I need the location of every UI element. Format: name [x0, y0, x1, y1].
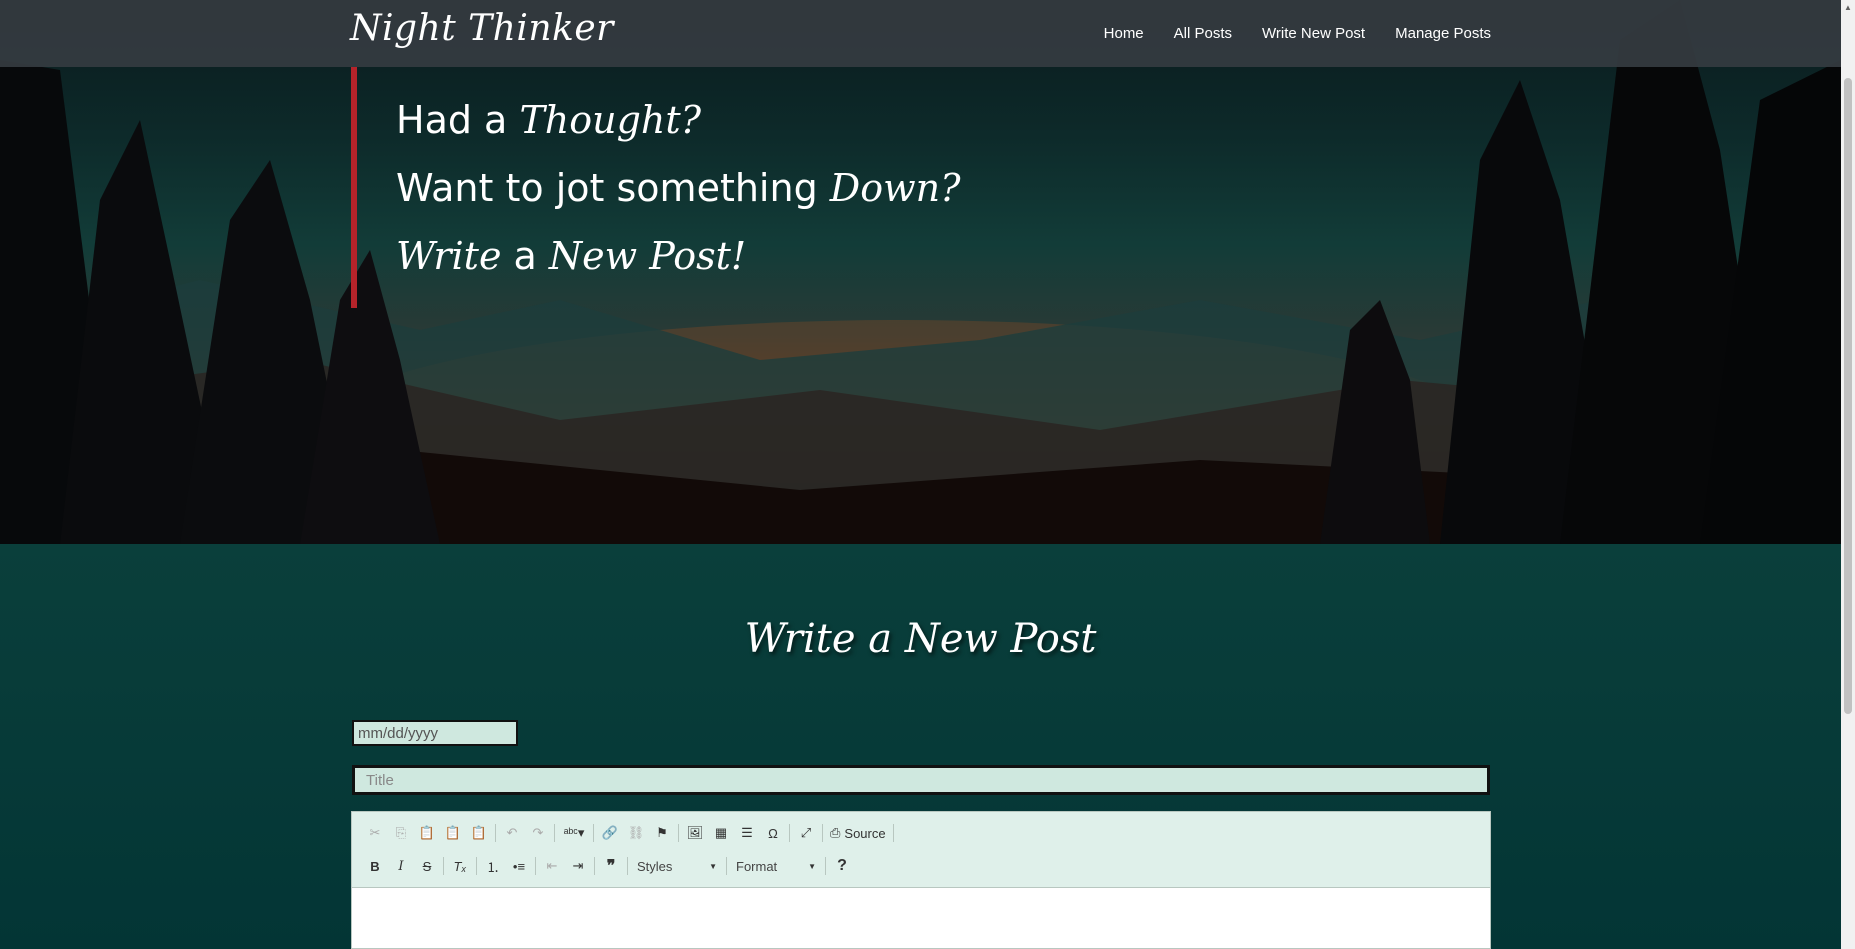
toolbar-separator [495, 824, 496, 842]
undo-icon[interactable]: ↶ [499, 822, 525, 844]
hero-line-2-text: Want to jot something [396, 166, 830, 210]
toolbar-separator [789, 824, 790, 842]
bulleted-list-icon[interactable]: •≡ [506, 855, 532, 877]
toolbar-separator [535, 857, 536, 875]
paste-word-icon[interactable]: 📋 [466, 822, 492, 844]
scrollbar-thumb[interactable] [1844, 78, 1852, 714]
paste-text-icon[interactable]: 📋 [440, 822, 466, 844]
anchor-icon[interactable]: ⚑ [649, 822, 675, 844]
scroll-up-icon[interactable]: ▲ [1844, 3, 1852, 12]
hero-line-1: Had a Thought? [396, 98, 701, 142]
horizontal-line-icon[interactable]: ☰ [734, 822, 760, 844]
hero-line-1-emphasis: Thought? [519, 98, 702, 142]
chevron-down-icon: ▼ [808, 861, 816, 871]
toolbar-separator [627, 857, 628, 875]
brand-logo[interactable]: Night Thinker [350, 8, 614, 49]
italic-icon[interactable]: I [388, 855, 414, 877]
numbered-list-icon[interactable]: ⒈ [480, 855, 506, 877]
toolbar-separator [678, 824, 679, 842]
help-icon[interactable]: ? [829, 855, 855, 877]
nav-write-new-post[interactable]: Write New Post [1262, 25, 1365, 42]
paste-icon[interactable]: 📋 [414, 822, 440, 844]
maximize-icon[interactable]: ⤢ [793, 822, 819, 844]
toolbar-separator [726, 857, 727, 875]
outdent-icon[interactable]: ⇤ [539, 855, 565, 877]
hero-line-3: Write a New Post! [396, 234, 746, 278]
hero-line-3-emphasis-1: Write [396, 234, 502, 278]
toolbar-separator [554, 824, 555, 842]
table-icon[interactable]: ▦ [708, 822, 734, 844]
hero-line-3-text: a [501, 234, 549, 278]
hero-line-3-emphasis-2: New Post! [548, 234, 747, 278]
styles-dropdown[interactable]: Styles ▼ [631, 855, 723, 877]
format-dropdown[interactable]: Format ▼ [730, 855, 822, 877]
cut-icon[interactable]: ✂ [362, 822, 388, 844]
source-icon: ⎙ [830, 825, 841, 840]
hero-line-2-emphasis: Down? [829, 166, 961, 210]
image-icon[interactable]: 🖼 [682, 822, 708, 844]
bold-icon[interactable]: B [362, 855, 388, 877]
styles-label: Styles [637, 858, 673, 874]
toolbar-separator [892, 824, 894, 842]
spellcheck-icon[interactable]: ᵃᵇᶜ▾ [558, 822, 590, 844]
toolbar-separator [593, 824, 594, 842]
hero-line-1-text: Had a [396, 98, 520, 142]
date-input[interactable]: mm/dd/yyyy [352, 720, 518, 746]
section-heading: Write a New Post [744, 616, 1097, 662]
special-char-icon[interactable]: Ω [760, 822, 786, 844]
remove-format-icon[interactable]: Tₓ [447, 855, 473, 877]
navbar: Night Thinker Home All Posts Write New P… [0, 0, 1841, 67]
toolbar-row-2: B I S Tₓ ⒈ •≡ ⇤ ⇥ ❞ Styles ▼ Format ▼ ? [362, 855, 855, 877]
nav-home[interactable]: Home [1104, 25, 1144, 42]
copy-icon[interactable]: ⎘ [388, 822, 414, 844]
toolbar-row-1: ✂ ⎘ 📋 📋 📋 ↶ ↷ ᵃᵇᶜ▾ 🔗 ⛓ ⚑ 🖼 ▦ ☰ Ω ⤢ ⎙ Sour… [362, 822, 897, 844]
rich-text-editor: ✂ ⎘ 📋 📋 📋 ↶ ↷ ᵃᵇᶜ▾ 🔗 ⛓ ⚑ 🖼 ▦ ☰ Ω ⤢ ⎙ Sour… [351, 811, 1491, 949]
strikethrough-icon[interactable]: S [414, 855, 440, 877]
source-button[interactable]: ⎙ Source [826, 822, 890, 844]
toolbar-separator [476, 857, 477, 875]
redo-icon[interactable]: ↷ [525, 822, 551, 844]
hero-banner [0, 0, 1841, 544]
hero-line-2: Want to jot something Down? [396, 166, 961, 210]
blockquote-icon[interactable]: ❞ [598, 855, 624, 877]
unlink-icon[interactable]: ⛓ [623, 822, 649, 844]
nav-all-posts[interactable]: All Posts [1174, 25, 1232, 42]
page-scrollbar[interactable]: ▲ [1841, 0, 1855, 949]
chevron-down-icon: ▼ [709, 861, 717, 871]
title-input[interactable]: Title [352, 765, 1490, 795]
source-label: Source [844, 825, 886, 841]
toolbar-separator [594, 857, 595, 875]
toolbar-separator [822, 824, 823, 842]
nav-links: Home All Posts Write New Post Manage Pos… [1104, 0, 1491, 67]
nav-manage-posts[interactable]: Manage Posts [1395, 25, 1491, 42]
quote-accent-bar [351, 67, 357, 308]
editor-toolbar: ✂ ⎘ 📋 📋 📋 ↶ ↷ ᵃᵇᶜ▾ 🔗 ⛓ ⚑ 🖼 ▦ ☰ Ω ⤢ ⎙ Sour… [352, 812, 1490, 888]
toolbar-separator [443, 857, 444, 875]
indent-icon[interactable]: ⇥ [565, 855, 591, 877]
forest-background [0, 0, 1841, 544]
format-label: Format [736, 858, 778, 874]
toolbar-separator [825, 857, 826, 875]
link-icon[interactable]: 🔗 [597, 822, 623, 844]
